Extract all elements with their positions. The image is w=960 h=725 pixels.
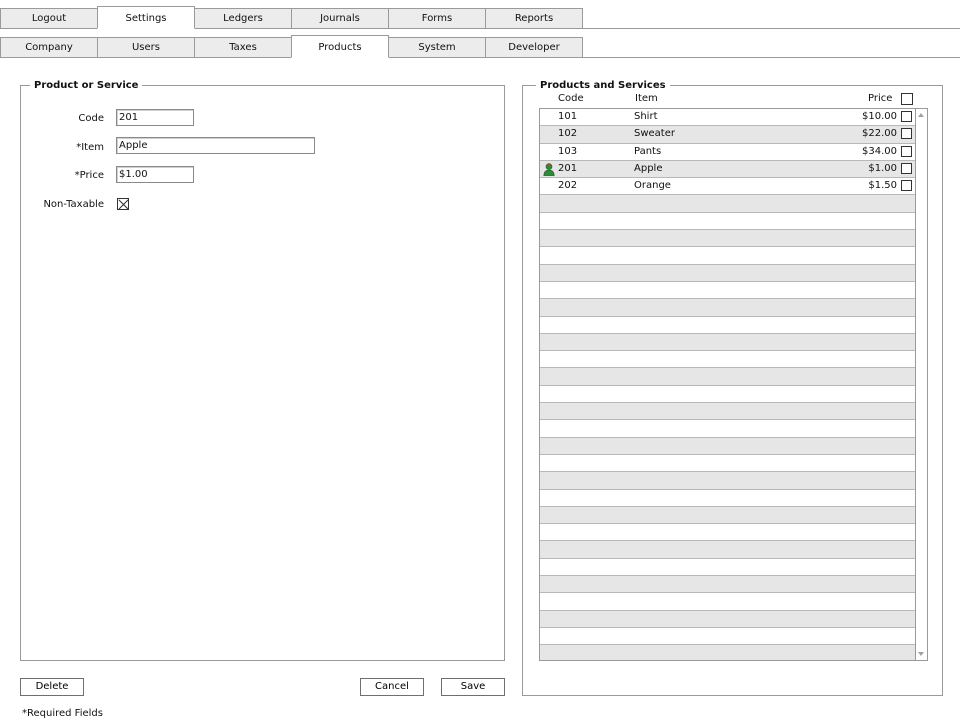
row-price: $1.00 — [868, 162, 897, 174]
non-taxable-checkbox[interactable] — [117, 198, 129, 210]
table-row[interactable]: 103 Pants $34.00 — [540, 143, 915, 161]
empty-table-row — [540, 524, 915, 542]
price-input[interactable] — [116, 166, 194, 183]
select-all-checkbox[interactable] — [901, 93, 913, 105]
empty-table-row — [540, 506, 915, 525]
scroll-down-icon[interactable] — [918, 652, 924, 656]
table-row[interactable]: 102 Sweater $22.00 — [540, 126, 915, 144]
row-item: Orange — [634, 180, 671, 192]
empty-table-row — [540, 351, 915, 369]
settings-tab-bar: Company Users Taxes Products System Deve… — [0, 29, 960, 58]
column-header-price[interactable]: Price — [868, 92, 892, 105]
empty-table-row — [540, 316, 915, 334]
row-checkbox[interactable] — [901, 128, 912, 140]
empty-table-row — [540, 454, 915, 473]
empty-table-row — [540, 230, 915, 248]
empty-table-row — [540, 281, 915, 300]
row-checkbox[interactable] — [901, 111, 912, 122]
main-tab-bar: Logout Settings Ledgers Journals Forms R… — [0, 0, 960, 29]
scroll-up-icon[interactable] — [918, 113, 924, 117]
row-checkbox[interactable] — [901, 162, 912, 174]
empty-rows — [540, 195, 915, 660]
empty-table-row — [540, 247, 915, 265]
row-price: $10.00 — [862, 111, 897, 122]
empty-table-row — [540, 368, 915, 386]
table-row-selected[interactable]: 201 Apple $1.00 — [540, 160, 915, 179]
empty-table-row — [540, 299, 915, 317]
user-icon — [543, 163, 555, 176]
row-code: 101 — [558, 111, 578, 122]
row-item: Pants — [634, 145, 662, 157]
tab-products[interactable]: Products — [291, 35, 389, 58]
tab-developer[interactable]: Developer — [485, 37, 583, 58]
row-price: $22.00 — [862, 128, 897, 140]
empty-table-row — [540, 385, 915, 404]
price-label: *Price — [74, 170, 104, 181]
code-label: Code — [78, 113, 104, 124]
cancel-button[interactable]: Cancel — [360, 678, 424, 696]
table-row[interactable]: 101 Shirt $10.00 — [540, 109, 915, 127]
empty-table-row — [540, 489, 915, 507]
empty-table-row — [540, 212, 915, 231]
tab-taxes[interactable]: Taxes — [194, 37, 292, 58]
empty-table-row — [540, 627, 915, 646]
empty-table-row — [540, 610, 915, 628]
item-input[interactable] — [116, 137, 315, 154]
row-price: $34.00 — [862, 145, 897, 157]
tab-users[interactable]: Users — [97, 37, 195, 58]
row-code: 201 — [558, 162, 578, 174]
empty-table-row — [540, 593, 915, 611]
tab-logout[interactable]: Logout — [0, 8, 98, 29]
tab-journals[interactable]: Journals — [291, 8, 389, 29]
row-item: Apple — [634, 162, 663, 174]
tab-system[interactable]: System — [388, 37, 486, 58]
products-table: 101 Shirt $10.00 102 Sweater $22.00 103 … — [539, 108, 916, 661]
tab-settings[interactable]: Settings — [97, 6, 195, 29]
empty-table-row — [540, 333, 915, 352]
empty-table-row — [540, 195, 915, 213]
empty-table-row — [540, 437, 915, 455]
products-list-legend: Products and Services — [536, 79, 670, 92]
product-form-legend: Product or Service — [30, 79, 143, 92]
row-checkbox[interactable] — [901, 180, 912, 192]
row-code: 202 — [558, 180, 578, 192]
delete-button[interactable]: Delete — [20, 678, 84, 696]
empty-table-row — [540, 472, 915, 490]
row-price: $1.50 — [868, 180, 897, 192]
empty-table-row — [540, 420, 915, 438]
column-header-code[interactable]: Code — [558, 92, 584, 105]
empty-table-row — [540, 645, 915, 660]
empty-table-row — [540, 264, 915, 282]
item-label: *Item — [76, 142, 104, 153]
list-scrollbar[interactable] — [916, 108, 928, 661]
row-checkbox[interactable] — [901, 145, 912, 157]
empty-table-row — [540, 576, 915, 594]
row-code: 102 — [558, 128, 578, 140]
code-input[interactable] — [116, 109, 194, 126]
empty-table-row — [540, 558, 915, 577]
save-button[interactable]: Save — [441, 678, 505, 696]
tab-forms[interactable]: Forms — [388, 8, 486, 29]
column-header-item[interactable]: Item — [635, 92, 658, 105]
required-fields-note: *Required Fields — [22, 708, 103, 719]
row-code: 103 — [558, 145, 578, 157]
row-item: Sweater — [634, 128, 675, 140]
table-row[interactable]: 202 Orange $1.50 — [540, 178, 915, 196]
tab-reports[interactable]: Reports — [485, 8, 583, 29]
empty-table-row — [540, 541, 915, 559]
non-taxable-label: Non-Taxable — [43, 199, 104, 210]
tab-ledgers[interactable]: Ledgers — [194, 8, 292, 29]
tab-company[interactable]: Company — [0, 37, 98, 58]
row-item: Shirt — [634, 111, 658, 122]
empty-table-row — [540, 403, 915, 421]
